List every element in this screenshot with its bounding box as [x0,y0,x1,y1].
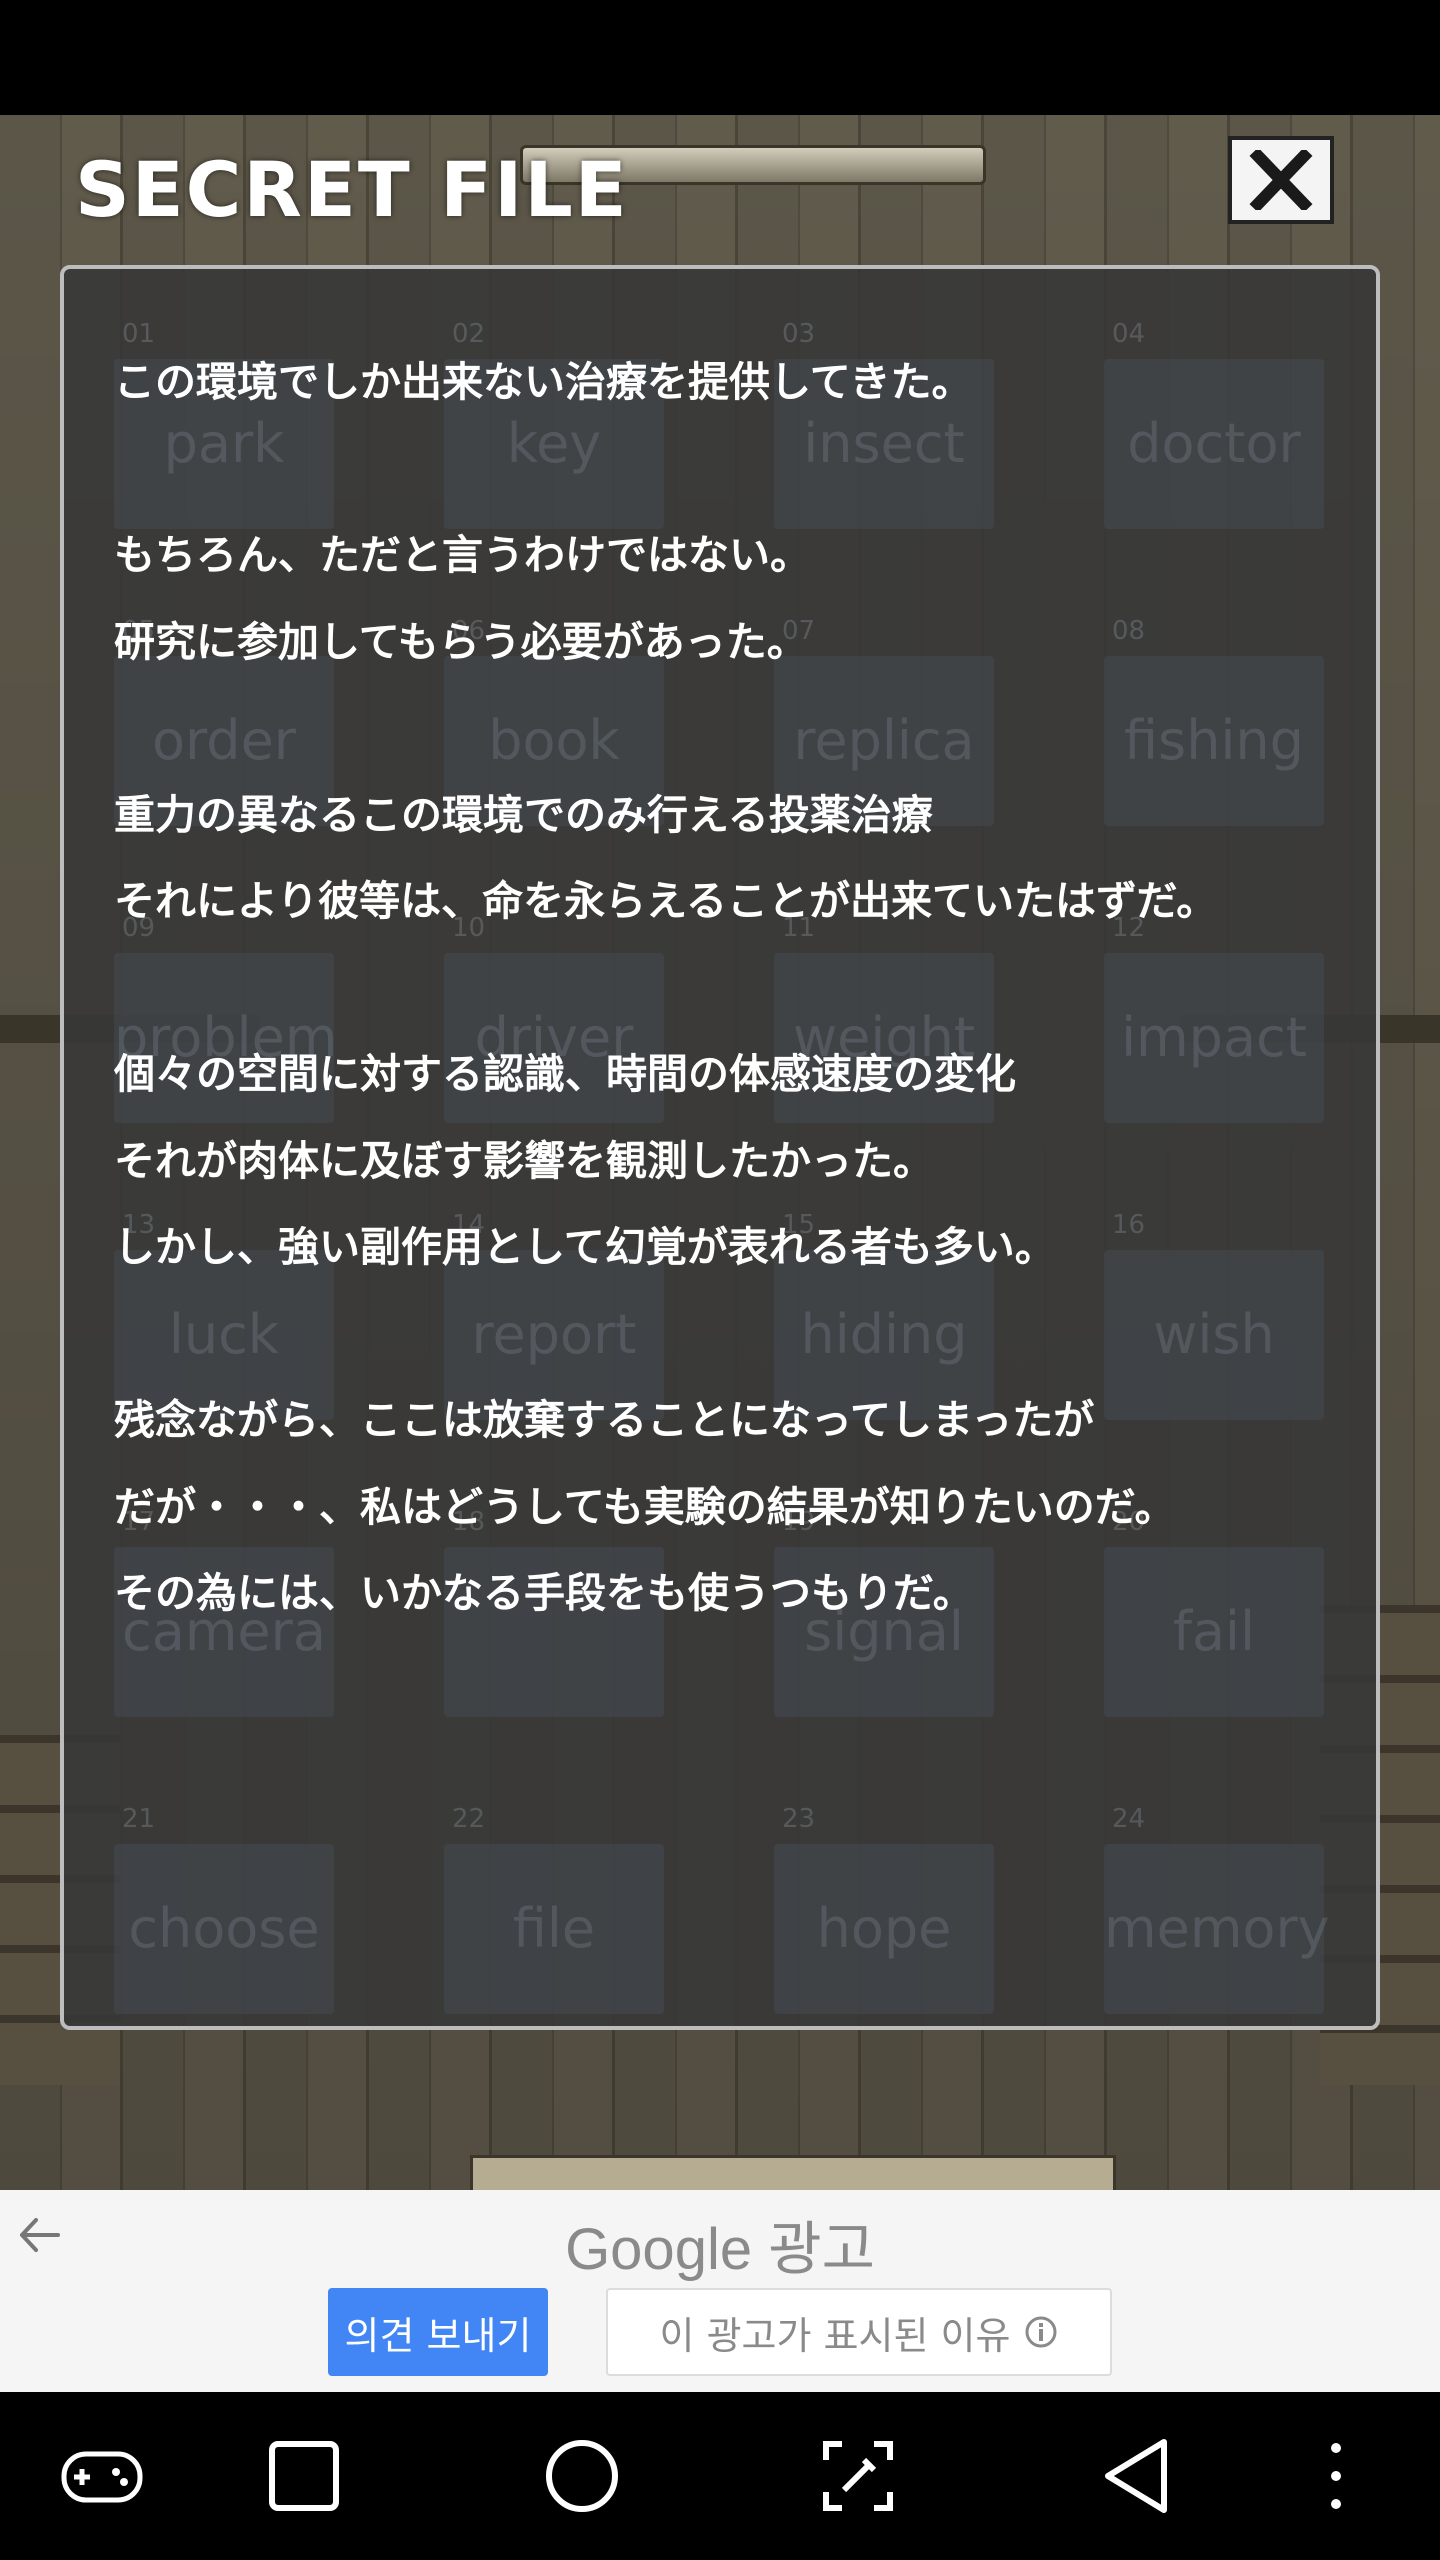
more-vertical-icon [1331,2443,1341,2509]
file-text-line: 個々の空間に対する認識、時間の体感速度の変化 [114,1050,1016,1098]
folder-number: 23 [782,1804,816,1834]
home-icon [546,2440,618,2512]
folder-label: choose [128,1897,320,1960]
gamepad-button[interactable] [56,2430,148,2522]
send-feedback-button[interactable]: 의견 보내기 [328,2288,548,2376]
file-text-line: 研究に参加してもらう必要があった。 [114,617,808,666]
file-text-line: それが肉体に及ぼす影響を観測したかった。 [114,1136,934,1185]
folder-item: 22 file [444,1804,664,2014]
more-button[interactable] [1290,2430,1382,2522]
recents-button[interactable] [258,2430,350,2522]
why-this-ad-button[interactable]: 이 광고가 표시된 이유 [606,2288,1112,2376]
gamepad-icon [61,2451,143,2503]
folder-number: 21 [122,1804,156,1834]
recents-icon [269,2441,339,2511]
file-text-line: その為には、いかなる手段をも使うつもりだ。 [114,1569,974,1617]
folder-number: 22 [452,1804,486,1834]
info-icon [1025,2316,1057,2348]
close-button[interactable] [1228,136,1334,224]
file-text-line: 残念ながら、ここは放棄することになってしまったが [114,1396,1095,1444]
ad-brand: Google 광고 [565,2217,875,2282]
folder-label: file [512,1897,596,1960]
folder-label: hope [816,1897,952,1960]
page-title: SECRET FILE [75,145,629,234]
table [470,2155,1116,2190]
file-text-line [114,945,1334,1032]
folder-item: 24 memory [1104,1804,1330,2014]
file-text-line: それにより彼等は、命を永らえることが出来ていたはずだ。 [114,877,1218,925]
status-bar [0,0,1440,115]
back-icon [1105,2439,1167,2513]
file-text: この環境でしか出来ない治療を提供してきた。 もちろん、ただと言うわけではない。 研究… [114,339,1334,1637]
file-text-line [114,685,1334,772]
navigation-bar [0,2392,1440,2560]
file-text-line: だが・・・、私はどうしても実験の結果が知りたいのだ。 [114,1482,1176,1531]
screenshot-button[interactable] [812,2430,904,2522]
screenshot-icon [823,2441,893,2511]
close-icon [1249,150,1313,210]
file-text-line: もちろん、ただと言うわけではない。 [114,531,811,579]
file-text-line: この環境でしか出来ない治療を提供してきた。 [114,358,973,406]
file-text-line [114,426,1334,513]
ad-banner: Google 광고 의견 보내기 이 광고가 표시된 이유 [0,2190,1440,2392]
folder-number: 24 [1112,1804,1146,1834]
folder-item: 21 choose [114,1804,334,2014]
back-button[interactable] [1090,2430,1182,2522]
file-text-line: しかし、強い副作用として幻覚が表れる者も多い。 [114,1223,1056,1271]
folder-item: 23 hope [774,1804,994,2014]
why-this-ad-label: 이 광고가 표시된 이유 [659,2313,1011,2358]
folder-label: memory [1104,1897,1330,1960]
secret-file-panel: 01 park 02 key 03 insect 04 doctor 05 order 06 book… [60,265,1380,2030]
file-text-line [114,1291,1334,1378]
file-text-line: 重力の異なるこの環境でのみ行える投薬治療 [114,790,933,839]
home-button[interactable] [536,2430,628,2522]
